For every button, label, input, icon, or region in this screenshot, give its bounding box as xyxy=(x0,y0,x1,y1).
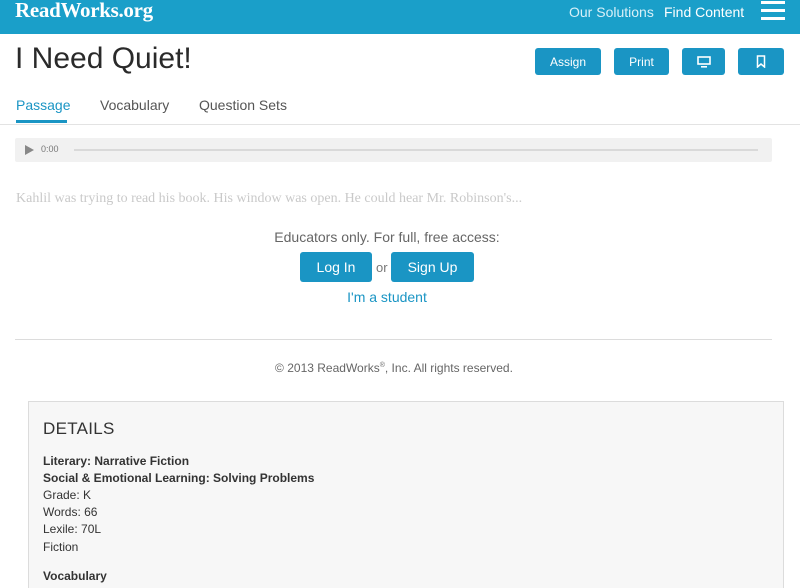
present-button[interactable] xyxy=(682,48,725,75)
tab-passage-underline xyxy=(16,120,67,123)
hamburger-icon[interactable] xyxy=(761,1,785,21)
nav-find-content[interactable]: Find Content xyxy=(664,4,744,20)
passage-teaser: Kahlil was trying to read his book. His … xyxy=(16,191,523,206)
readworks-logo[interactable]: ReadWorks.org xyxy=(15,0,153,23)
tabs-divider xyxy=(0,124,800,125)
detail-grade: Grade: K xyxy=(43,488,92,502)
tab-question-sets[interactable]: Question Sets xyxy=(199,97,287,113)
play-icon[interactable] xyxy=(25,145,34,155)
log-in-button[interactable]: Log In xyxy=(300,252,372,282)
details-panel: DETAILS Literary: Narrative Fiction Soci… xyxy=(28,401,784,588)
tab-passage[interactable]: Passage xyxy=(16,97,70,113)
detail-lexile: Lexile: 70L xyxy=(43,522,102,536)
bookmark-button[interactable] xyxy=(738,48,784,75)
audio-progress-track[interactable] xyxy=(74,149,758,151)
top-nav-bar: ReadWorks.org Our Solutions Find Content xyxy=(0,0,800,34)
content-divider xyxy=(15,339,772,340)
detail-sel: Social & Emotional Learning: Solving Pro… xyxy=(43,471,315,485)
details-title: DETAILS xyxy=(43,419,115,438)
educators-access-message: Educators only. For full, free access: xyxy=(274,229,500,245)
audio-player: 0:00 xyxy=(15,138,772,162)
monitor-icon xyxy=(696,55,711,68)
copyright-notice: © 2013 ReadWorks®, Inc. All rights reser… xyxy=(275,361,513,375)
detail-vocabulary-heading: Vocabulary xyxy=(43,569,107,583)
assign-button[interactable]: Assign xyxy=(535,48,601,75)
detail-type: Fiction xyxy=(43,540,79,554)
print-button[interactable]: Print xyxy=(614,48,669,75)
tab-vocabulary[interactable]: Vocabulary xyxy=(100,97,169,113)
student-link[interactable]: I'm a student xyxy=(0,289,774,305)
bookmark-icon xyxy=(756,55,766,68)
sign-up-button[interactable]: Sign Up xyxy=(391,252,474,282)
detail-words: Words: 66 xyxy=(43,505,98,519)
nav-our-solutions[interactable]: Our Solutions xyxy=(569,4,654,20)
or-separator: or xyxy=(376,260,388,275)
detail-genre: Literary: Narrative Fiction xyxy=(43,454,190,468)
page-title: I Need Quiet! xyxy=(15,42,192,75)
audio-time: 0:00 xyxy=(41,144,59,154)
